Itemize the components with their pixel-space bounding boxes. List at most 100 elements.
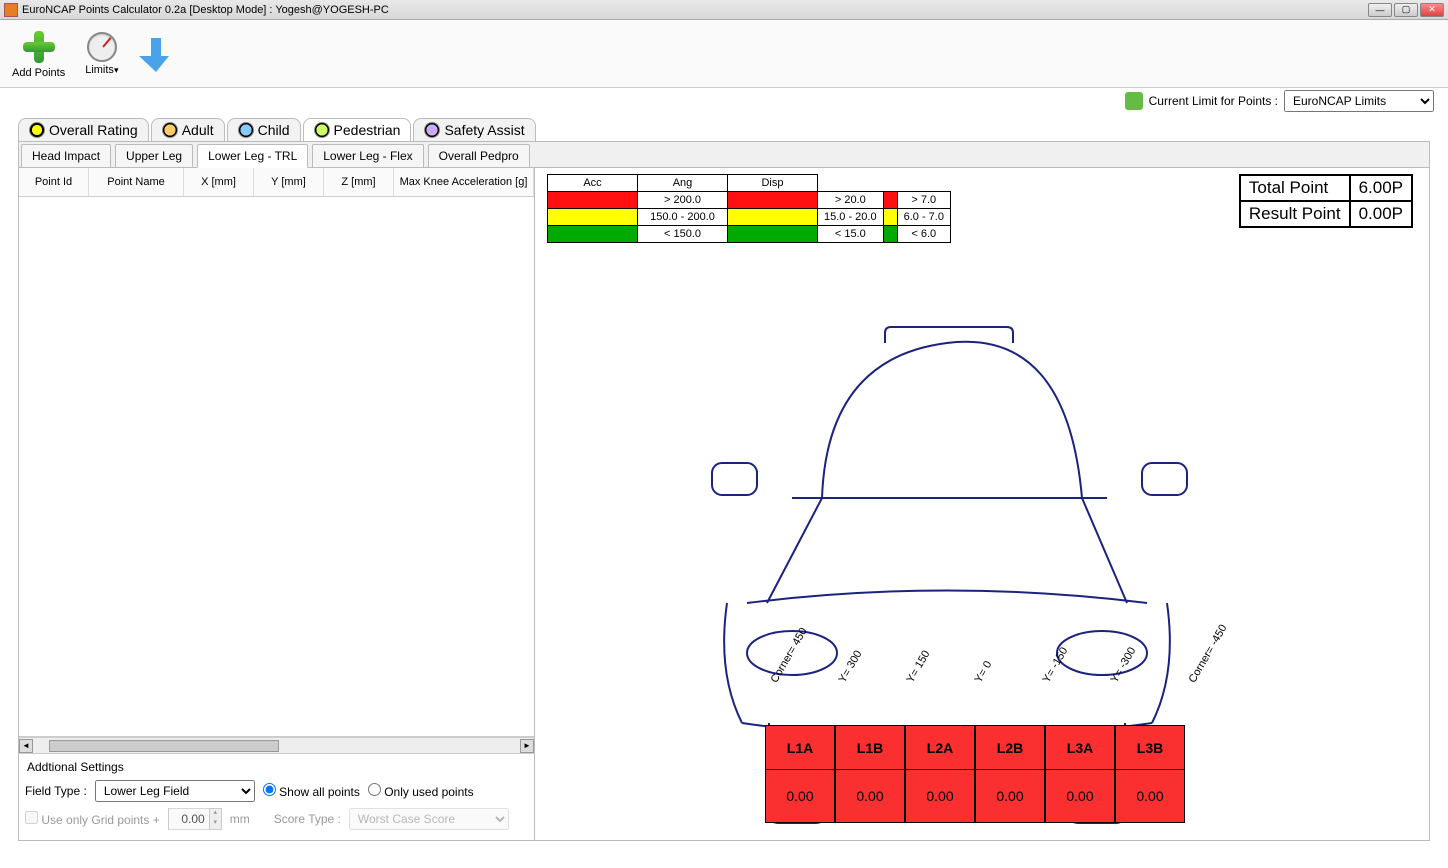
col-x[interactable]: X [mm] <box>184 168 254 196</box>
tab-icon <box>29 122 45 138</box>
legend-swatch <box>883 192 897 209</box>
grid-unit: mm <box>230 812 250 826</box>
total-point-value: 6.00P <box>1350 175 1412 201</box>
tab-child[interactable]: Child <box>227 118 301 141</box>
scroll-right-icon[interactable]: ► <box>520 739 534 753</box>
tab-icon <box>424 122 440 138</box>
bumper-zone-l1b[interactable]: L1B0.00 <box>835 725 905 823</box>
scroll-thumb[interactable] <box>49 740 279 752</box>
zone-label: L2A <box>906 726 974 770</box>
field-type-select[interactable]: Lower Leg Field <box>95 780 255 802</box>
legend-col-disp: Disp <box>728 175 818 192</box>
col-point-id[interactable]: Point Id <box>19 168 89 196</box>
result-point-label: Result Point <box>1240 201 1350 227</box>
subtab-lower-leg-flex[interactable]: Lower Leg - Flex <box>312 144 423 167</box>
add-points-label: Add Points <box>12 67 65 79</box>
legend-value: 6.0 - 7.0 <box>897 209 950 226</box>
tab-adult[interactable]: Adult <box>151 118 225 141</box>
zone-label: L3A <box>1046 726 1114 770</box>
zone-label: L3B <box>1116 726 1184 770</box>
tab-pedestrian[interactable]: Pedestrian <box>303 118 412 141</box>
tab-overall-rating[interactable]: Overall Rating <box>18 118 149 141</box>
arrow-down-icon <box>139 34 173 74</box>
titlebar: EuroNCAP Points Calculator 0.2a [Desktop… <box>0 0 1448 20</box>
legend-swatch <box>728 209 818 226</box>
main-tabs: Overall RatingAdultChildPedestrianSafety… <box>0 118 1448 141</box>
legend-swatch <box>548 209 638 226</box>
add-points-button[interactable]: Add Points <box>8 27 69 81</box>
zone-value: 0.00 <box>976 770 1044 822</box>
legend-value: > 200.0 <box>638 192 728 209</box>
subtab-lower-leg-trl[interactable]: Lower Leg - TRL <box>197 144 308 168</box>
legend-swatch <box>883 226 897 243</box>
bumper-zone-l3b[interactable]: L3B0.00 <box>1115 725 1185 823</box>
col-y[interactable]: Y [mm] <box>254 168 324 196</box>
legend-swatch <box>548 192 638 209</box>
col-max-knee[interactable]: Max Knee Acceleration [g] <box>394 168 534 196</box>
bumper-grid: L1A0.00L1B0.00L2A0.00L2B0.00L3A0.00L3B0.… <box>765 725 1185 823</box>
content-frame: Head ImpactUpper LegLower Leg - TRLLower… <box>18 141 1430 841</box>
bumper-zone-l2b[interactable]: L2B0.00 <box>975 725 1045 823</box>
additional-settings: Addtional Settings Field Type : Lower Le… <box>19 753 534 840</box>
sub-tabs: Head ImpactUpper LegLower Leg - TRLLower… <box>19 142 1429 168</box>
limits-bar-label: Current Limit for Points : <box>1149 94 1278 108</box>
col-z[interactable]: Z [mm] <box>324 168 394 196</box>
zone-value: 0.00 <box>836 770 904 822</box>
only-used-radio[interactable]: Only used points <box>368 783 474 799</box>
window-title: EuroNCAP Points Calculator 0.2a [Desktop… <box>22 4 389 16</box>
left-pane: Point Id Point Name X [mm] Y [mm] Z [mm]… <box>19 168 535 840</box>
show-all-radio[interactable]: Show all points <box>263 783 360 799</box>
legend-value: > 20.0 <box>818 192 884 209</box>
subtab-head-impact[interactable]: Head Impact <box>21 144 111 167</box>
legend-col-ang: Ang <box>638 175 728 192</box>
legend-swatch <box>728 192 818 209</box>
tab-icon <box>162 122 178 138</box>
grid-spinner[interactable]: ▴▾ <box>168 808 222 830</box>
score-type-select[interactable]: Worst Case Score <box>349 808 509 830</box>
link-icon <box>1125 92 1143 110</box>
col-point-name[interactable]: Point Name <box>89 168 184 196</box>
tab-safety-assist[interactable]: Safety Assist <box>413 118 535 141</box>
grid-body[interactable] <box>19 197 534 737</box>
legend-value: < 15.0 <box>818 226 884 243</box>
zone-value: 0.00 <box>1046 770 1114 822</box>
main-toolbar: Add Points Limits▾ <box>0 20 1448 88</box>
limits-label: Limits▾ <box>85 64 118 76</box>
grid-points-check[interactable]: Use only Grid points + <box>25 811 160 827</box>
gauge-icon <box>87 32 117 62</box>
subtab-overall-pedpro[interactable]: Overall Pedpro <box>428 144 530 167</box>
legend-swatch <box>728 226 818 243</box>
car-diagram: Corner= 450Y= 300Y= 150Y= 0Y= -150Y= -30… <box>547 323 1417 840</box>
close-button[interactable]: ✕ <box>1420 3 1444 17</box>
zone-label: L1A <box>766 726 834 770</box>
result-point-value: 0.00P <box>1350 201 1412 227</box>
bumper-zone-l3a[interactable]: L3A0.00 <box>1045 725 1115 823</box>
bumper-zone-l2a[interactable]: L2A0.00 <box>905 725 975 823</box>
field-type-label: Field Type : <box>25 784 87 798</box>
legend-swatch <box>883 209 897 226</box>
zone-label: L2B <box>976 726 1044 770</box>
scroll-left-icon[interactable]: ◄ <box>19 739 33 753</box>
legend-value: > 7.0 <box>897 192 950 209</box>
legend-value: 150.0 - 200.0 <box>638 209 728 226</box>
plus-icon <box>21 29 57 65</box>
limits-select[interactable]: EuroNCAP Limits <box>1284 90 1434 112</box>
maximize-button[interactable]: ▢ <box>1394 3 1418 17</box>
zone-value: 0.00 <box>906 770 974 822</box>
minimize-button[interactable]: — <box>1368 3 1392 17</box>
zone-value: 0.00 <box>1116 770 1184 822</box>
app-icon <box>4 3 18 17</box>
zone-label: L1B <box>836 726 904 770</box>
settings-title: Addtional Settings <box>27 760 528 774</box>
bumper-zone-l1a[interactable]: L1A0.00 <box>765 725 835 823</box>
subtab-upper-leg[interactable]: Upper Leg <box>115 144 193 167</box>
limits-bar: Current Limit for Points : EuroNCAP Limi… <box>0 88 1448 118</box>
legend-col-acc: Acc <box>548 175 638 192</box>
legend-table: AccAngDisp > 200.0 > 20.0 > 7.0 150.0 - 200… <box>547 174 951 243</box>
limits-button[interactable]: Limits▾ <box>81 30 122 78</box>
down-arrow-button[interactable] <box>135 32 177 76</box>
legend-value: < 150.0 <box>638 226 728 243</box>
hscroll[interactable]: ◄ ► <box>19 737 534 753</box>
right-pane: AccAngDisp > 200.0 > 20.0 > 7.0 150.0 - 200… <box>535 168 1429 840</box>
tab-icon <box>238 122 254 138</box>
